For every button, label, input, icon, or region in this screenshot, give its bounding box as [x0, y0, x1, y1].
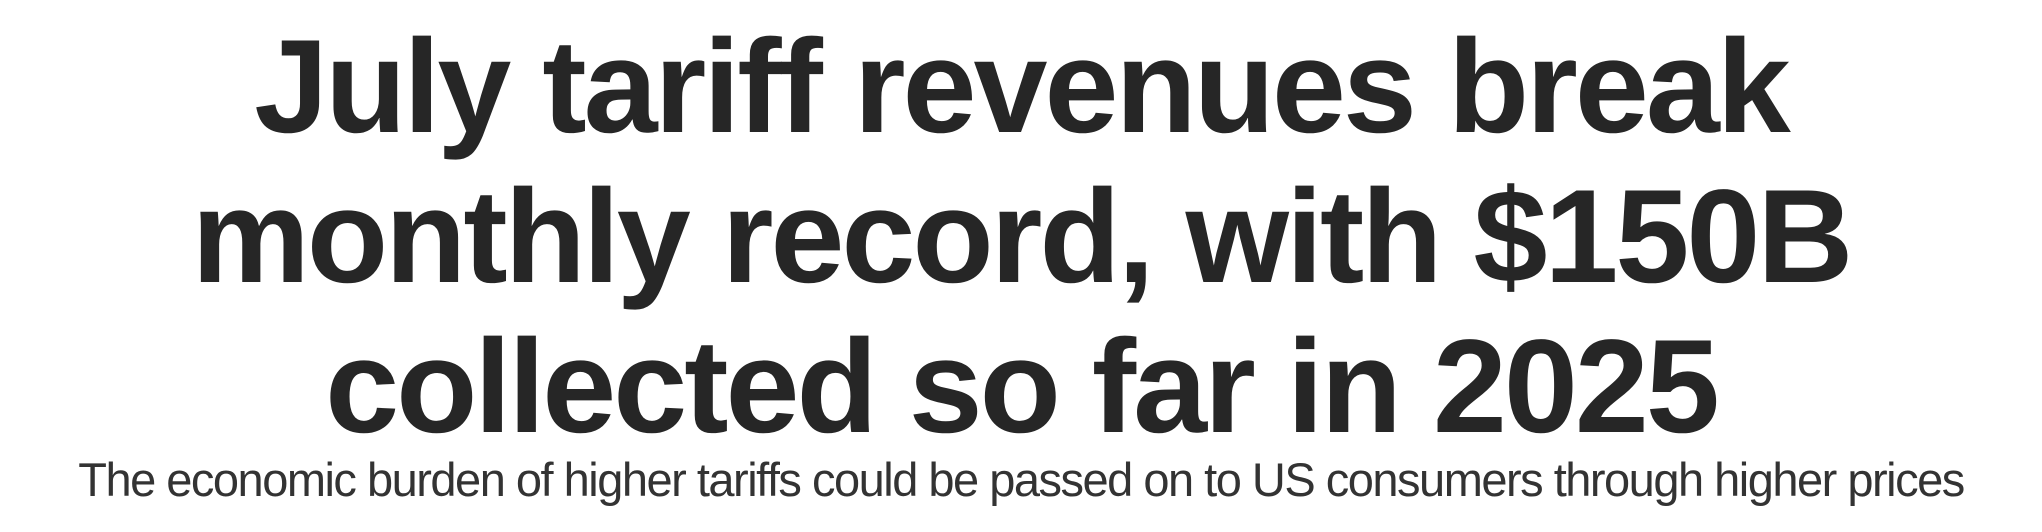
- article-subheadline: The economic burden of higher tariffs co…: [78, 453, 1965, 506]
- article-headline: July tariff revenues break monthly recor…: [191, 13, 1854, 461]
- article-header: July tariff revenues break monthly recor…: [0, 0, 2042, 532]
